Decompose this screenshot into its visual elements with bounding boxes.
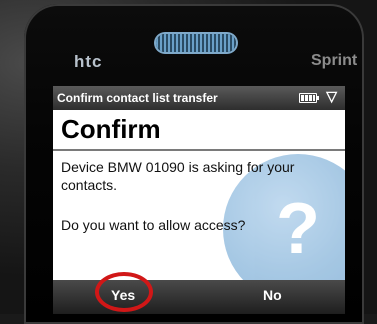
dialog-titlebar: Confirm contact list transfer ▽ [53,86,345,110]
yes-highlight-circle [95,272,153,312]
brand-sprint: Sprint [311,52,358,69]
no-softkey[interactable]: No [263,287,282,303]
dialog-title: Confirm contact list transfer [57,91,218,105]
earpiece-speaker [156,34,236,52]
dialog-heading: Confirm [61,114,161,144]
brand-htc: htc [74,52,103,71]
divider [53,149,345,151]
phone-screen: Confirm contact list transfer ▽ Confirm … [53,86,345,314]
dialog-message: Device BMW 01090 is asking for your cont… [61,159,295,193]
dialog-question: Do you want to allow access? [61,217,246,233]
signal-icon: ▽ [326,88,337,104]
battery-icon [299,93,319,103]
